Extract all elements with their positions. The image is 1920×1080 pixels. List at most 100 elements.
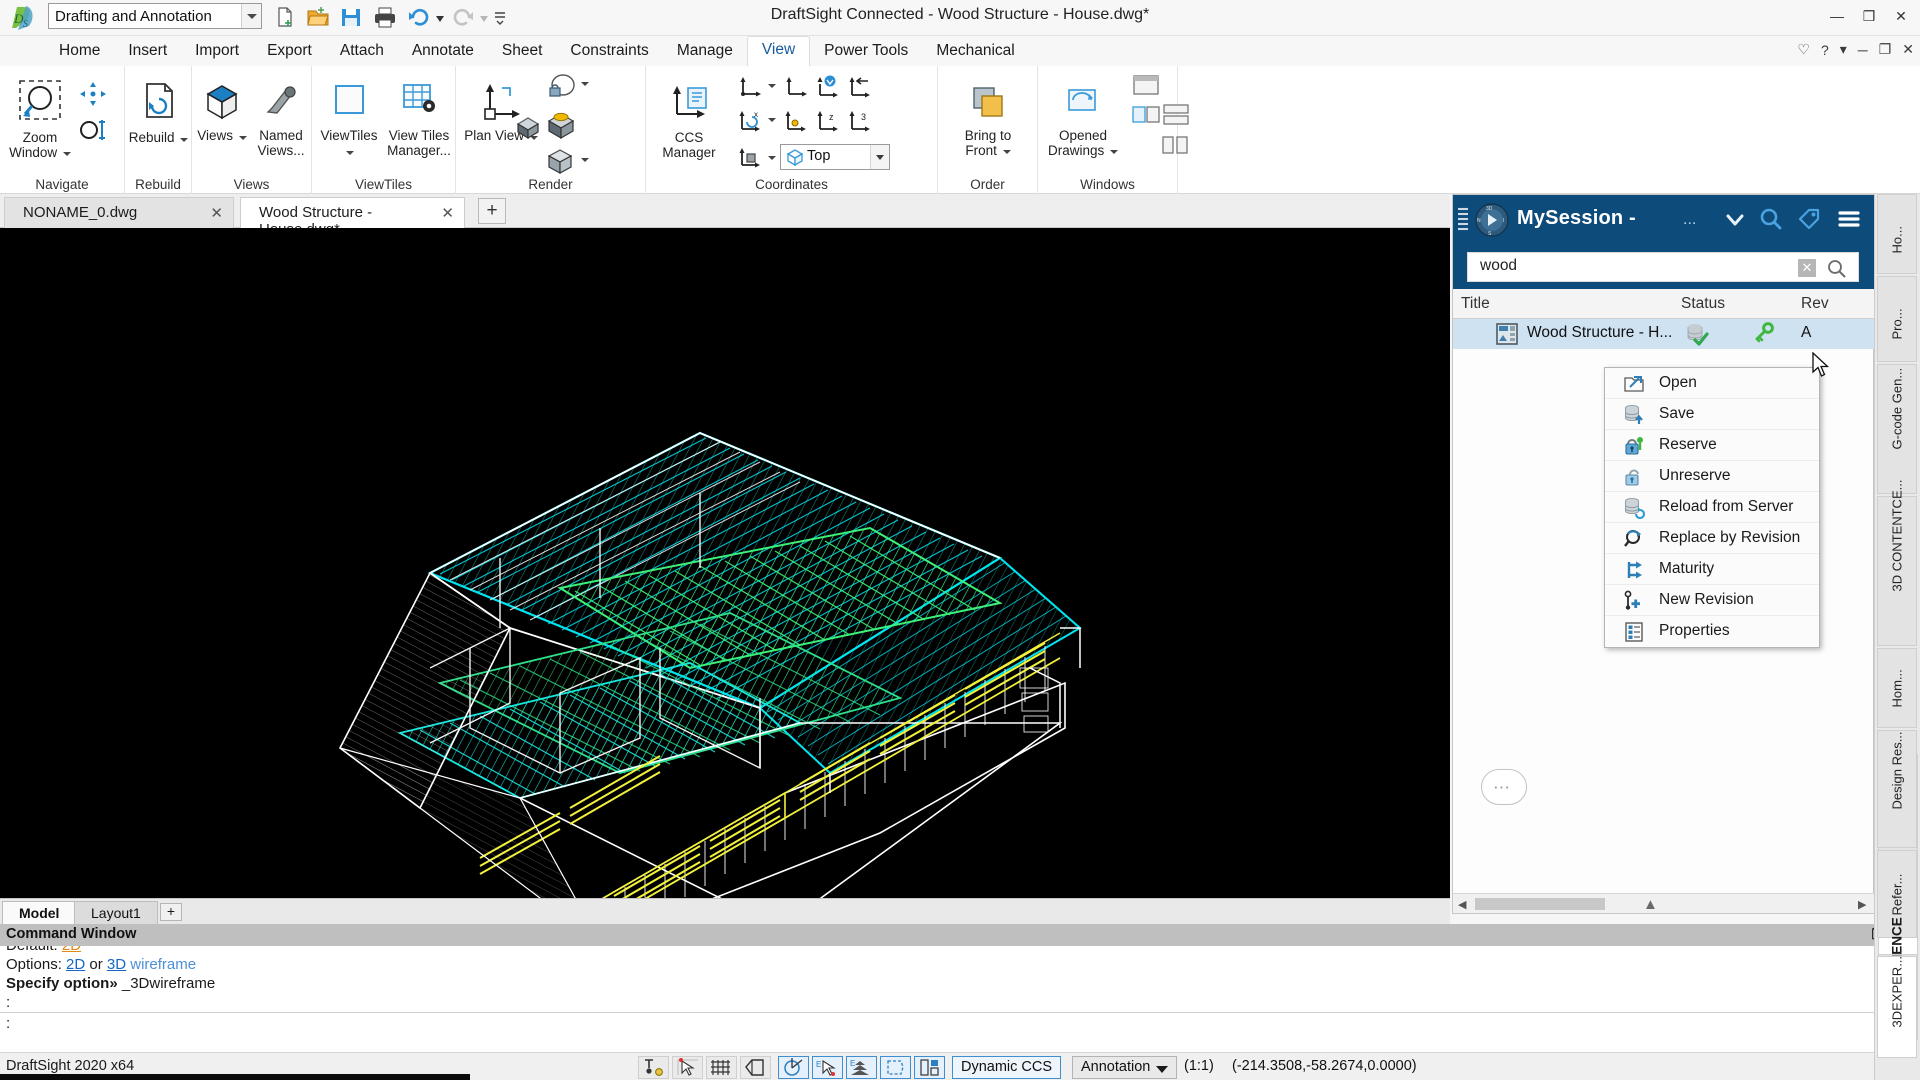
- bring-to-front-button[interactable]: Bring to Front: [940, 82, 1036, 158]
- material-cube-button[interactable]: [544, 108, 578, 146]
- ccs-face-dropdown[interactable]: [764, 150, 778, 165]
- scroll-left-icon[interactable]: ◀: [1458, 898, 1470, 911]
- chevron-down-icon[interactable]: [62, 151, 71, 156]
- chevron-down-icon[interactable]: [1110, 149, 1119, 154]
- vertical-tab-home[interactable]: Hom...: [1877, 648, 1917, 728]
- ccs-rotate-dropdown[interactable]: [764, 112, 778, 127]
- chevron-down-icon[interactable]: [346, 150, 354, 155]
- search-icon[interactable]: [1757, 205, 1785, 233]
- tab-sheet[interactable]: Sheet: [488, 38, 557, 66]
- ccs-point-button[interactable]: [780, 108, 810, 140]
- ccs-axis-dropdown[interactable]: [764, 78, 778, 93]
- chevron-down-icon[interactable]: [180, 137, 189, 142]
- minimize-ribbon-icon[interactable]: ─: [1858, 42, 1868, 58]
- tab-view[interactable]: View: [746, 36, 811, 66]
- rebuild-button[interactable]: Rebuild: [125, 80, 192, 145]
- favorites-icon[interactable]: ♡: [1797, 41, 1810, 58]
- polar-toggle[interactable]: [778, 1056, 809, 1079]
- context-menu-item-reload-from-server[interactable]: Reload from Server: [1605, 492, 1819, 523]
- close-button[interactable]: ✕: [1886, 4, 1916, 28]
- command-input[interactable]: :: [0, 1012, 1920, 1036]
- chevron-down-icon[interactable]: [768, 84, 776, 89]
- close-icon[interactable]: ✕: [210, 204, 223, 222]
- chevron-down-icon[interactable]: [238, 135, 247, 140]
- ccs-axis-button[interactable]: [734, 74, 764, 106]
- render-lock-dropdown[interactable]: [576, 76, 592, 91]
- opened-drawings-button[interactable]: Opened Drawings: [1040, 82, 1126, 158]
- layout1-tab[interactable]: Layout1: [74, 901, 158, 924]
- ortho-toggle[interactable]: [740, 1056, 771, 1079]
- search-input[interactable]: wood ✕: [1467, 252, 1859, 282]
- vertical-tab-gcode-generator[interactable]: G-code Gen...: [1877, 364, 1917, 494]
- add-layout-button[interactable]: +: [160, 903, 182, 921]
- context-menu-item-replace-by-revision[interactable]: Replace by Revision: [1605, 523, 1819, 554]
- chevron-down-icon[interactable]: [581, 158, 589, 163]
- tab-annotate[interactable]: Annotate: [398, 38, 488, 66]
- render-lock-button[interactable]: [544, 72, 578, 108]
- etrack-toggle[interactable]: E: [846, 1056, 877, 1079]
- tab-home[interactable]: Home: [45, 38, 114, 66]
- named-views-button[interactable]: Named Views...: [252, 80, 310, 158]
- vertical-tab-3d-contentcentral[interactable]: 3D CONTENTCE...: [1877, 480, 1917, 646]
- ccs-z-axis-button[interactable]: z: [812, 108, 842, 140]
- esnap-toggle[interactable]: E: [812, 1056, 843, 1079]
- chat-bubble-button[interactable]: ⋯: [1481, 769, 1527, 805]
- window-tile-v-button[interactable]: [1160, 132, 1192, 164]
- tab-constraints[interactable]: Constraints: [556, 38, 662, 66]
- column-header-revision[interactable]: Rev: [1801, 295, 1829, 313]
- ccs-origin-button[interactable]: [780, 74, 810, 106]
- context-menu-item-unreserve[interactable]: Unreserve: [1605, 461, 1819, 492]
- chevron-down-icon[interactable]: [581, 82, 589, 87]
- quickprops-toggle[interactable]: [914, 1056, 945, 1079]
- close-ribbon-icon[interactable]: ✕: [1902, 41, 1914, 58]
- tag-icon[interactable]: [1795, 205, 1823, 233]
- zoom-window-button[interactable]: Zoom Window: [6, 78, 74, 160]
- scrollbar-thumb[interactable]: [1475, 898, 1605, 910]
- command-output[interactable]: Default: 2D Options: 2D or 3D wireframe …: [0, 946, 1920, 1012]
- collapse-chevron-icon[interactable]: ▲: [1643, 896, 1658, 913]
- chevron-down-icon[interactable]: [870, 145, 889, 169]
- scroll-right-icon[interactable]: ▶: [1858, 898, 1870, 911]
- views-button[interactable]: Views: [194, 80, 250, 143]
- tab-power-tools[interactable]: Power Tools: [810, 38, 922, 66]
- shade-cube-dropdown[interactable]: [576, 152, 592, 167]
- 3dexperience-compass-icon[interactable]: 3D N I S: [1473, 201, 1511, 239]
- window-split-button[interactable]: [1130, 72, 1162, 104]
- vertical-tab-home-top[interactable]: Ho...: [1877, 194, 1917, 274]
- tab-export[interactable]: Export: [253, 38, 326, 66]
- snap-toggle[interactable]: [638, 1056, 669, 1079]
- tab-manage[interactable]: Manage: [663, 38, 747, 66]
- zoom-extents-button[interactable]: [78, 116, 108, 150]
- ccs-manager-button[interactable]: CCS Manager: [648, 82, 730, 160]
- vertical-tab-design-resources[interactable]: Design Res...: [1877, 730, 1917, 848]
- doc-tab-noname[interactable]: NONAME_0.dwg ✕: [4, 197, 234, 228]
- minimize-button[interactable]: —: [1822, 4, 1852, 28]
- chevron-down-icon[interactable]: [1002, 149, 1011, 154]
- context-menu-item-save[interactable]: Save: [1605, 399, 1819, 430]
- context-menu-item-maturity[interactable]: Maturity: [1605, 554, 1819, 585]
- dynamic-ccs-button[interactable]: Dynamic CCS: [952, 1056, 1062, 1079]
- window-cascade-button[interactable]: [1130, 102, 1162, 134]
- chevron-down-icon[interactable]: [768, 156, 776, 161]
- chevron-down-icon[interactable]: [768, 118, 776, 123]
- ccs-world-button[interactable]: [812, 74, 842, 106]
- model-tab[interactable]: Model: [2, 901, 77, 924]
- entity-snap-toggle[interactable]: [672, 1056, 703, 1079]
- tab-mechanical[interactable]: Mechanical: [922, 38, 1028, 66]
- pan-button[interactable]: [78, 80, 108, 114]
- tab-import[interactable]: Import: [181, 38, 253, 66]
- close-icon[interactable]: ✕: [441, 204, 454, 222]
- chevron-down-icon[interactable]: [1721, 205, 1749, 233]
- viewtiles-button[interactable]: ViewTiles: [314, 80, 384, 158]
- drawing-canvas[interactable]: [0, 228, 1450, 898]
- restore-ribbon-icon[interactable]: ❐: [1879, 41, 1892, 58]
- new-tab-button[interactable]: +: [478, 198, 506, 224]
- panel-horizontal-scrollbar[interactable]: ◀ ▲ ▶: [1453, 893, 1875, 913]
- vertical-tab-properties[interactable]: Pro...: [1877, 276, 1917, 362]
- lineweight-toggle[interactable]: [880, 1056, 911, 1079]
- annotation-scale-combo[interactable]: Annotation: [1072, 1056, 1178, 1079]
- ccs-3point-button[interactable]: 3: [844, 108, 874, 140]
- ccs-preset-combo[interactable]: Top: [780, 144, 890, 170]
- shade-flat-button[interactable]: [512, 112, 544, 148]
- column-header-title[interactable]: Title: [1461, 295, 1490, 313]
